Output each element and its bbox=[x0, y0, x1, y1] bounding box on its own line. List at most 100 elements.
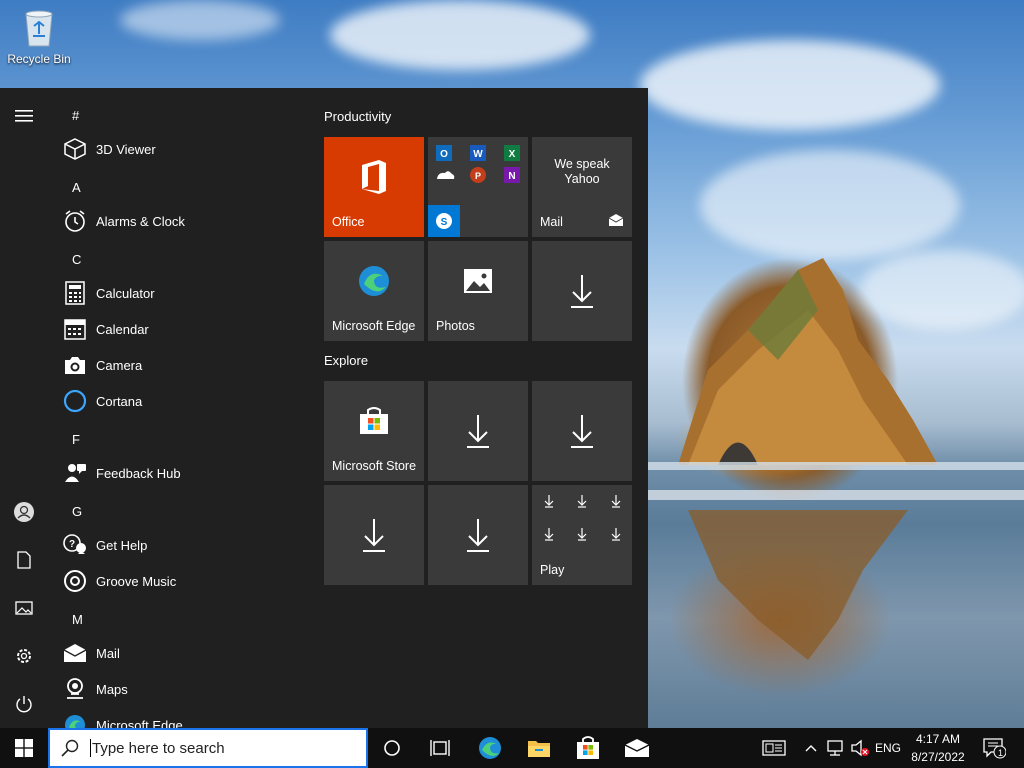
app-groove-music[interactable]: Groove Music bbox=[62, 565, 302, 597]
search-box[interactable]: Type here to search bbox=[48, 728, 368, 768]
svg-text:N: N bbox=[508, 171, 515, 182]
app-label: Feedback Hub bbox=[96, 465, 181, 481]
office-apps-folder-tile[interactable]: O W X P N S bbox=[428, 137, 528, 237]
group-letter[interactable]: F bbox=[72, 432, 80, 447]
task-view-button[interactable] bbox=[416, 728, 464, 768]
explore-group-title[interactable]: Explore bbox=[324, 353, 368, 368]
cloud bbox=[330, 0, 590, 70]
news-widget-button[interactable] bbox=[758, 728, 790, 768]
download-placeholder-tile[interactable] bbox=[428, 485, 528, 585]
alarm-clock-icon bbox=[62, 208, 88, 234]
taskbar-store-button[interactable] bbox=[564, 728, 612, 768]
app-cortana[interactable]: Cortana bbox=[62, 385, 302, 417]
input-language-button[interactable]: ENG bbox=[872, 728, 904, 768]
group-letter[interactable]: M bbox=[72, 612, 83, 627]
microsoft-store-tile[interactable]: Microsoft Store bbox=[324, 381, 424, 481]
rock-arch bbox=[648, 258, 1024, 660]
taskbar-mail-button[interactable] bbox=[613, 728, 661, 768]
chevron-up-icon bbox=[805, 745, 817, 752]
3d-viewer-icon bbox=[62, 136, 88, 162]
mail-tile[interactable]: We speak Yahoo Mail bbox=[532, 137, 632, 237]
download-placeholder-tile[interactable] bbox=[324, 485, 424, 585]
hamburger-menu-icon[interactable] bbox=[12, 104, 36, 128]
action-center-button[interactable]: 1 bbox=[976, 728, 1012, 768]
download-icon bbox=[428, 381, 528, 481]
user-icon[interactable] bbox=[12, 500, 36, 524]
group-letter[interactable]: C bbox=[72, 252, 81, 267]
pictures-icon[interactable] bbox=[12, 596, 36, 620]
app-label: Camera bbox=[96, 357, 143, 373]
news-icon bbox=[762, 740, 786, 756]
clock-date: 8/27/2022 bbox=[911, 750, 965, 764]
tile-label: Play bbox=[540, 563, 565, 577]
app-3d-viewer[interactable]: 3D Viewer bbox=[62, 133, 302, 165]
windows-logo-icon bbox=[15, 739, 33, 757]
photos-tile[interactable]: Photos bbox=[428, 241, 528, 341]
groove-music-icon bbox=[62, 568, 88, 594]
app-label: Alarms & Clock bbox=[96, 213, 185, 229]
group-letter[interactable]: # bbox=[72, 108, 79, 123]
download-placeholder-tile[interactable] bbox=[532, 381, 632, 481]
cortana-button[interactable] bbox=[368, 728, 416, 768]
start-menu: # 3D Viewer A Alarms & Clock C Calculato… bbox=[0, 88, 648, 728]
text-cursor bbox=[90, 739, 91, 757]
edge-icon bbox=[324, 241, 424, 321]
tiles-area: Productivity Office O W X P N S We speak… bbox=[324, 88, 644, 728]
feedback-hub-icon bbox=[62, 460, 88, 486]
app-camera[interactable]: Camera bbox=[62, 349, 302, 381]
settings-icon[interactable] bbox=[12, 644, 36, 668]
app-list: # 3D Viewer A Alarms & Clock C Calculato… bbox=[48, 88, 308, 728]
app-calculator[interactable]: Calculator bbox=[62, 277, 302, 309]
play-folder-tile[interactable]: Play bbox=[532, 485, 632, 585]
app-microsoft-edge[interactable]: Microsoft Edge bbox=[62, 709, 302, 728]
volume-button[interactable] bbox=[848, 728, 872, 768]
network-button[interactable] bbox=[823, 728, 847, 768]
svg-text:P: P bbox=[475, 171, 481, 181]
app-alarms-clock[interactable]: Alarms & Clock bbox=[62, 205, 302, 237]
clock-button[interactable]: 4:17 AM 8/27/2022 bbox=[905, 730, 971, 766]
group-letter[interactable]: G bbox=[72, 504, 82, 519]
mail-icon bbox=[62, 640, 88, 666]
app-label: Calendar bbox=[96, 321, 149, 337]
office-apps-grid: O W X P N S bbox=[428, 145, 520, 237]
productivity-group-title[interactable]: Productivity bbox=[324, 109, 391, 124]
app-label: Groove Music bbox=[96, 573, 177, 589]
app-label: Calculator bbox=[96, 285, 155, 301]
cloud bbox=[120, 0, 280, 40]
app-label: Cortana bbox=[96, 393, 143, 409]
cloud bbox=[640, 40, 940, 130]
app-feedback-hub[interactable]: Feedback Hub bbox=[62, 457, 302, 489]
tile-label: Microsoft Edge bbox=[332, 319, 416, 333]
store-icon bbox=[324, 381, 424, 461]
download-placeholder-tile[interactable] bbox=[428, 381, 528, 481]
app-label: Microsoft Edge bbox=[96, 717, 183, 729]
language-indicator: ENG bbox=[874, 741, 901, 755]
microsoft-edge-tile[interactable]: Microsoft Edge bbox=[324, 241, 424, 341]
power-icon[interactable] bbox=[12, 692, 36, 716]
volume-muted-icon bbox=[851, 739, 869, 757]
svg-text:W: W bbox=[473, 149, 483, 160]
taskbar-file-explorer-button[interactable] bbox=[515, 728, 563, 768]
network-icon bbox=[827, 740, 843, 756]
calendar-icon bbox=[62, 316, 88, 342]
office-tile[interactable]: Office bbox=[324, 137, 424, 237]
group-letter[interactable]: A bbox=[72, 180, 81, 195]
taskbar-edge-button[interactable] bbox=[466, 728, 514, 768]
app-label: Get Help bbox=[96, 537, 148, 553]
app-mail[interactable]: Mail bbox=[62, 637, 302, 669]
show-hidden-icons-button[interactable] bbox=[800, 728, 822, 768]
edge-icon bbox=[479, 737, 501, 759]
download-placeholder-tile[interactable] bbox=[532, 241, 632, 341]
office-icon bbox=[324, 137, 424, 217]
app-calendar[interactable]: Calendar bbox=[62, 313, 302, 345]
mail-icon bbox=[624, 739, 650, 757]
taskbar: Type here to search ENG 4:17 AM 8/27/202… bbox=[0, 728, 1024, 768]
app-maps[interactable]: Maps bbox=[62, 673, 302, 705]
cortana-icon bbox=[384, 740, 400, 756]
app-get-help[interactable]: ? Get Help bbox=[62, 529, 302, 561]
documents-icon[interactable] bbox=[12, 548, 36, 572]
tile-label: Photos bbox=[436, 319, 475, 333]
start-button[interactable] bbox=[0, 728, 48, 768]
cloud bbox=[700, 150, 960, 260]
recycle-bin-shortcut[interactable]: Recycle Bin bbox=[6, 6, 72, 66]
